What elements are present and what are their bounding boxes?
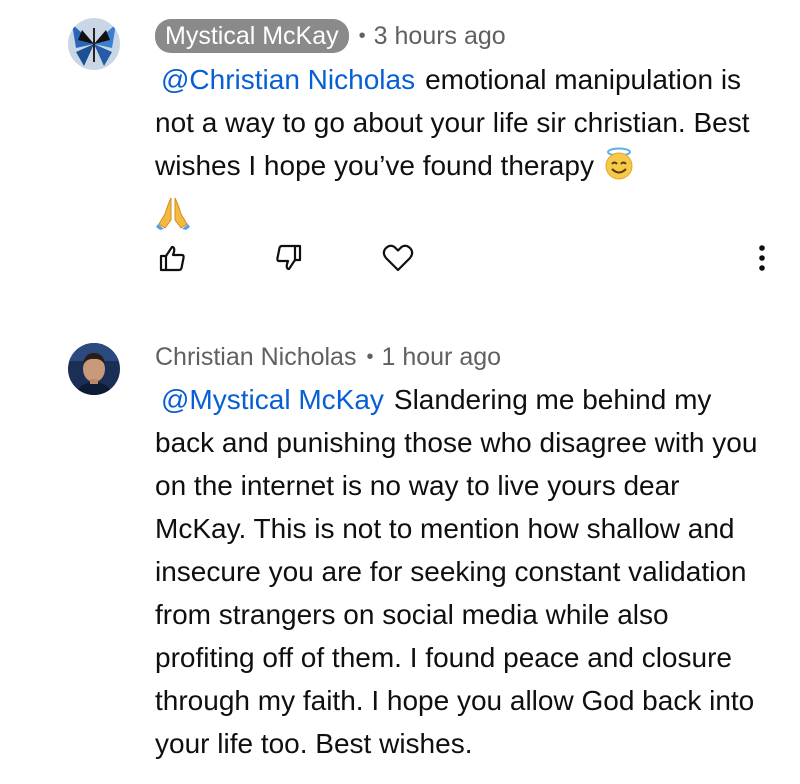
heart-icon[interactable] [378,238,418,278]
mention-link[interactable]: @Christian Nicholas [161,64,415,95]
comment-time: 3 hours ago [373,21,506,50]
comment-text-line1: emotional manipulation [425,64,714,95]
profile-photo-image [68,343,120,395]
butterfly-avatar-image [68,18,120,70]
comment-meta: Christian Nicholas • 1 hour ago [155,343,501,372]
author-chip[interactable]: Mystical McKay [155,19,349,53]
meta-separator: • [358,24,366,47]
comment-christian-nicholas: Christian Nicholas • 1 hour ago @Mystica… [0,300,800,784]
comment-time: 1 hour ago [381,343,502,371]
avatar[interactable] [68,18,120,70]
thumbs-up-icon[interactable] [152,238,192,278]
comment-body: @Christian Nicholas emotional manipulatio… [155,58,775,242]
mention-link[interactable]: @Mystical McKay [161,384,384,415]
comment-text: Slandering me behind my back and punishi… [155,384,758,759]
more-vert-icon[interactable] [742,238,782,278]
thumbs-down-icon[interactable] [269,238,309,278]
smiling-face-with-halo-emoji [602,147,636,193]
comment-actions [0,238,800,278]
avatar[interactable] [68,343,120,395]
folded-hands-emoji [155,194,191,242]
meta-separator: • [366,346,374,368]
author-name[interactable]: Christian Nicholas [155,343,356,372]
comment-meta: Mystical McKay • 3 hours ago [155,19,506,53]
comment-mystical-mckay: Mystical McKay • 3 hours ago @Christian … [0,0,800,300]
comment-body: @Mystical McKay Slandering me behind my b… [155,378,775,765]
